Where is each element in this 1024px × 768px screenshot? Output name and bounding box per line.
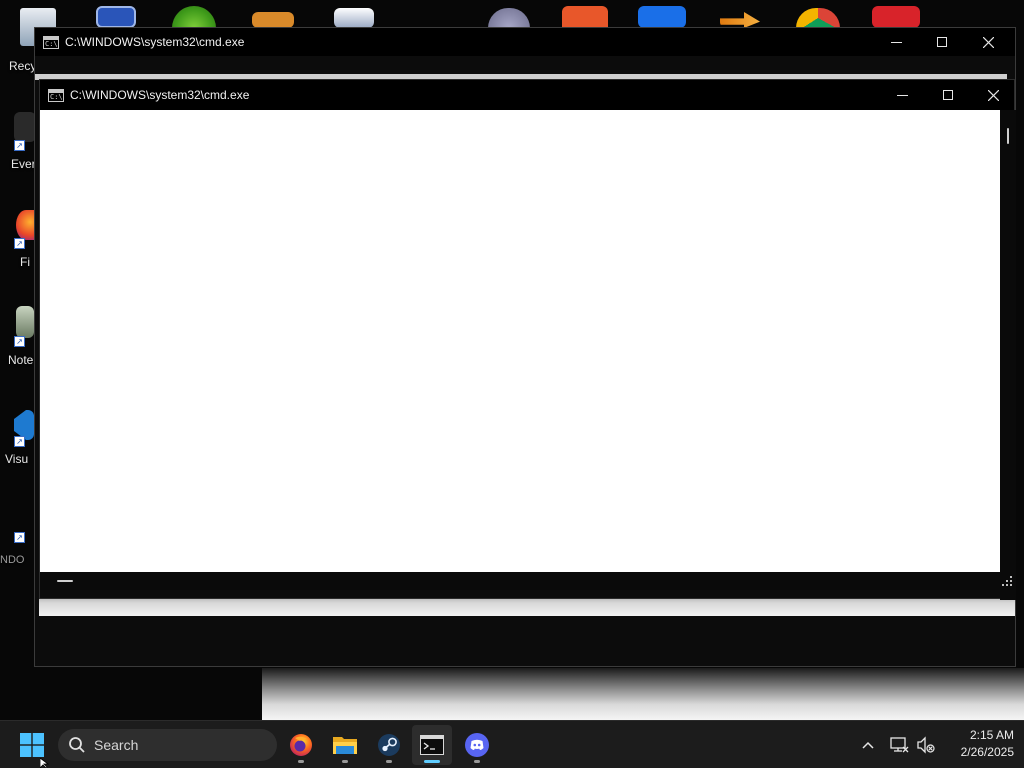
close-button[interactable] [965,28,1011,56]
shortcut-arrow-icon: ↗ [14,532,25,543]
discord-icon [465,733,489,757]
volume-button[interactable] [914,733,938,757]
red-app-icon[interactable] [872,6,920,28]
app-icon-2[interactable] [488,8,530,28]
app-icon-1[interactable] [96,6,136,28]
search-label: Search [94,737,139,753]
active-indicator [424,760,440,763]
clock-date: 2/26/2025 [960,745,1014,759]
maximize-icon [943,90,953,100]
minimize-button[interactable] [879,80,925,110]
search-icon [69,737,85,753]
steam-icon [378,734,400,756]
printer-app-icon[interactable] [334,8,374,28]
running-indicator [298,760,304,763]
desktop-label-everything: Ever [11,157,36,171]
running-indicator [342,760,348,763]
shortcut-arrow-icon: ↗ [14,336,25,347]
minimize-button[interactable] [873,28,919,56]
taskbar-firefox-button[interactable] [281,725,321,765]
system-clock[interactable]: 2:15 AM 2/26/2025 [944,727,1014,761]
horizontal-scrollbar[interactable] [40,572,1000,590]
volume-muted-icon [917,736,935,754]
mouse-cursor-icon [40,758,50,768]
shortcut-arrow-icon: ↗ [14,436,25,447]
dropbox-icon[interactable] [638,6,686,28]
window-shadow [262,668,1024,720]
folder-app-icon[interactable] [252,12,294,28]
network-button[interactable] [888,733,912,757]
running-indicator [474,760,480,763]
running-indicator [386,760,392,763]
desktop-label-vscode: Visu [5,452,29,466]
close-button[interactable] [970,80,1016,110]
console-output-area[interactable] [40,110,1000,572]
title-bar[interactable]: C:\ C:\WINDOWS\system32\cmd.exe [35,28,1015,56]
orange-app-icon[interactable] [562,6,608,28]
cmd-icon: C:\ [43,35,59,49]
taskbar-discord-button[interactable] [457,725,497,765]
firefox-icon [290,734,312,756]
clock-time: 2:15 AM [969,728,1014,742]
maximize-icon [937,37,947,47]
network-disconnected-icon [890,737,909,753]
windows-logo-icon [20,733,44,757]
cmd-icon: C:\ [48,88,64,102]
folder-icon [333,737,357,754]
taskbar-steam-button[interactable] [369,725,409,765]
globe-app-icon[interactable] [172,6,216,28]
terminal-icon [420,735,444,755]
taskbar-file-explorer-button[interactable] [325,725,365,765]
desktop-label-firefox: Fi [20,255,30,269]
close-icon [982,36,994,48]
firefox-desktop-icon[interactable] [16,210,36,240]
notepad-desktop-icon[interactable] [16,306,34,338]
scroll-thumb[interactable] [57,580,73,582]
title-bar[interactable]: C:\ C:\WINDOWS\system32\cmd.exe [40,80,1014,110]
close-icon [987,89,999,101]
window-title: C:\WINDOWS\system32\cmd.exe [70,88,250,102]
desktop-label-recycle-bin: Recy [9,59,37,73]
vertical-scrollbar[interactable] [1000,110,1016,600]
resize-grip-icon[interactable] [1002,576,1014,588]
scroll-thumb[interactable] [1007,128,1009,144]
arrow-app-icon[interactable] [720,12,760,28]
taskbar-terminal-button[interactable] [412,725,452,765]
desktop-label-notepad: Note [8,353,34,367]
everything-app-icon[interactable] [14,112,36,142]
maximize-button[interactable] [925,80,971,110]
shortcut-arrow-icon: ↗ [14,140,25,151]
minimize-icon [890,41,902,43]
shortcut-arrow-icon: ↗ [14,238,25,249]
show-hidden-icons-button[interactable] [856,733,880,757]
maximize-button[interactable] [919,28,965,56]
window-title: C:\WINDOWS\system32\cmd.exe [65,35,245,49]
taskbar: Search 2:15 AM 2/26/2025 [0,720,1024,768]
desktop-label-window-bit: NDO [0,554,25,566]
chevron-up-icon [862,741,874,749]
chrome-icon[interactable] [796,8,840,28]
taskbar-search-box[interactable]: Search [58,729,277,761]
minimize-icon [896,94,908,96]
cmd-window-front[interactable]: C:\ C:\WINDOWS\system32\cmd.exe [39,79,1016,600]
